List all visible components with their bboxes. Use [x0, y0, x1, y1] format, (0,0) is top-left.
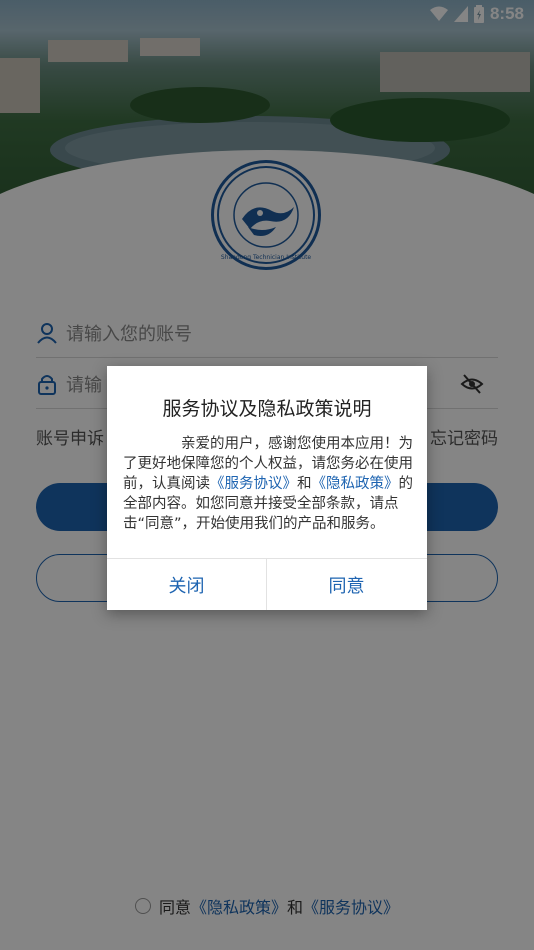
dialog-service-agreement-link[interactable]: 《服务协议》: [210, 476, 297, 492]
close-button[interactable]: 关闭: [107, 559, 266, 610]
privacy-dialog: 服务协议及隐私政策说明 亲爱的用户，感谢您使用本应用！为了更好地保障您的个人权益…: [107, 366, 427, 610]
dialog-title: 服务协议及隐私政策说明: [162, 398, 372, 420]
agree-button[interactable]: 同意: [267, 559, 426, 610]
dialog-text-part2: 和: [297, 476, 312, 492]
dialog-privacy-policy-link[interactable]: 《隐私政策》: [312, 476, 399, 492]
dialog-body: 亲爱的用户，感谢您使用本应用！为了更好地保障您的个人权益，请您务必在使用前，认真…: [123, 434, 413, 534]
